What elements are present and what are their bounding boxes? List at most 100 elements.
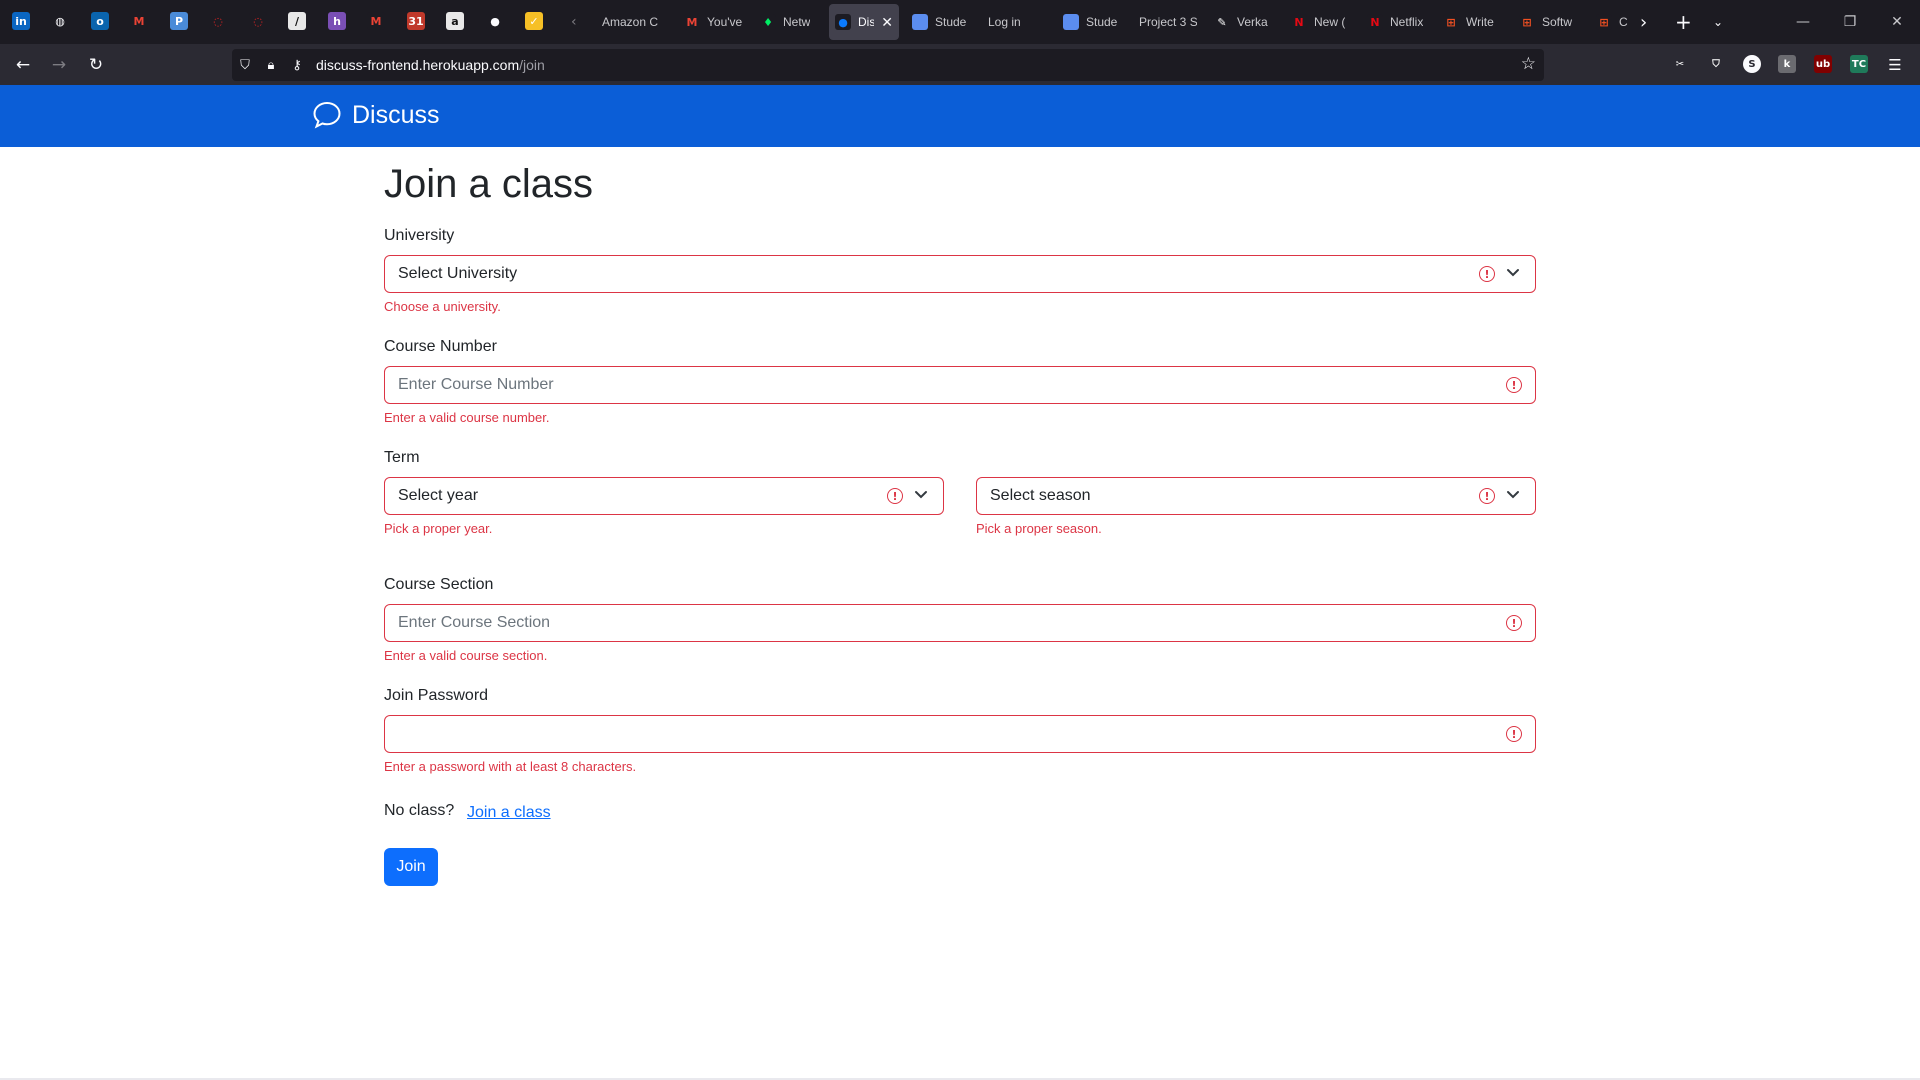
tab-favicon-icon: ● [835,14,851,30]
ublock-icon[interactable]: ub [1814,55,1832,73]
tab-student[interactable]: Stude [906,4,976,40]
tab-title: Softw [1542,15,1573,29]
tab-title: Project 3 S [1139,15,1197,29]
keep-icon[interactable]: ✓ [525,12,543,30]
tab-write[interactable]: ⊞ Write [1437,4,1507,40]
s-ext-icon[interactable]: S [1743,55,1761,73]
tc-ext-icon[interactable]: TC [1850,55,1868,73]
tab-network[interactable]: ♦ Netw [754,4,824,40]
course-section-feedback: Enter a valid course section. [384,648,548,663]
url-host: discuss-frontend.herokuapp.com [316,57,520,73]
tab-software[interactable]: ⊞ Softw [1513,4,1583,40]
shield-icon[interactable]: ⛉ [232,58,258,73]
tab-ca[interactable]: ⊞ Ca [1590,4,1634,40]
join-password-field[interactable]: ! [384,715,1536,753]
amazon-icon[interactable]: a [446,12,464,30]
university-select[interactable]: Select University ! [384,255,1536,293]
tab-favicon-icon [1063,14,1079,30]
tab-title: Verka [1237,15,1268,29]
p-app-icon[interactable]: P [170,12,188,30]
tab-project3[interactable]: Project 3 S [1133,4,1203,40]
tab-title: New ( [1314,15,1346,29]
outlook-icon[interactable]: o [91,12,109,30]
lock-icon[interactable]: 🔒︎ [258,58,284,73]
tab-favicon-icon: ♦ [760,14,776,30]
browser-tab-strip: in ◍ o M P ◌ ◌ ∕ h M 31 a ● ✓ Amazon C M You've ♦ Netw ● Di… [0,0,1920,44]
tab-scroll-right-icon[interactable]: › [1640,0,1647,44]
course-number-input[interactable] [398,370,1422,400]
app-header: Discuss [0,85,1920,147]
tab-gmail[interactable]: M You've [678,4,748,40]
screenshot-ext-icon[interactable]: ✂ [1671,55,1689,73]
course-number-field[interactable]: ! [384,366,1536,404]
tab-favicon-icon: N [1367,14,1383,30]
season-feedback: Pick a proper season. [976,521,1102,536]
bookmark-star-icon[interactable]: ☆ [1521,54,1536,74]
season-select[interactable]: Select season ! [976,477,1536,515]
gmail-icon[interactable]: M [130,12,148,30]
no-class-text: No class? [384,802,455,819]
university-label: University [384,227,455,244]
tab-favicon-icon: ⊞ [1519,14,1535,30]
tab-favicon-icon: N [1291,14,1307,30]
tab-favicon-icon: M [684,14,700,30]
gmail-icon-2[interactable]: M [367,12,385,30]
join-password-input[interactable] [398,719,1422,749]
url-text[interactable]: discuss-frontend.herokuapp.com/join [316,57,545,73]
chevron-down-icon [915,491,927,499]
year-feedback: Pick a proper year. [384,521,493,536]
tab-login[interactable]: Log in [982,4,1052,40]
close-window-button[interactable]: ✕ [1874,0,1920,44]
new-tab-button[interactable]: + [1675,0,1692,44]
course-section-field[interactable]: ! [384,604,1536,642]
red-circle-icon[interactable]: ◌ [209,12,227,30]
course-number-label: Course Number [384,338,497,355]
tab-amazon[interactable]: Amazon C [596,4,666,40]
brand-name: Discuss [352,100,440,129]
course-section-label: Course Section [384,576,494,593]
term-label: Term [384,449,420,466]
linkedin-icon[interactable]: in [12,12,30,30]
year-select[interactable]: Select year ! [384,477,944,515]
pocket-icon[interactable]: ⛉ [1707,55,1725,73]
year-select-value: Select year [398,487,479,504]
university-select-value: Select University [398,265,518,282]
close-tab-icon[interactable]: ✕ [881,14,893,31]
k-ext-icon[interactable]: k [1778,55,1796,73]
error-icon: ! [1479,266,1495,282]
tab-title: Ca [1619,15,1628,29]
github-icon[interactable]: ● [486,12,504,30]
tab-scroll-left-icon[interactable]: ‹ [571,0,577,44]
tab-title: Write [1466,15,1494,29]
menu-icon[interactable]: ☰ [1880,50,1910,80]
calendar-badge-icon[interactable]: 31 [407,12,425,30]
tab-netflix[interactable]: N Netflix [1361,4,1431,40]
back-arrow-icon[interactable]: ← [8,50,38,80]
url-bar[interactable]: ⛉ 🔒︎ ⚷ discuss-frontend.herokuapp.com/jo… [232,49,1544,81]
tab-discuss[interactable]: ● Disc ✕ [829,4,899,40]
university-feedback: Choose a university. [384,299,501,314]
restore-window-button[interactable]: ❐ [1827,0,1873,44]
tab-verka[interactable]: ✎ Verka [1208,4,1278,40]
forward-arrow-icon[interactable]: → [44,50,74,80]
join-password-feedback: Enter a password with at least 8 charact… [384,759,637,774]
course-section-input[interactable] [398,608,1422,638]
globe-icon[interactable]: ◍ [51,12,69,30]
tab-student-2[interactable]: Stude [1057,4,1127,40]
join-button[interactable]: Join [384,848,438,886]
h-app-icon[interactable]: h [328,12,346,30]
course-number-feedback: Enter a valid course number. [384,410,550,425]
list-all-tabs-icon[interactable]: ⌄ [1713,0,1723,44]
chat-bubble-icon [313,101,341,129]
tab-favicon-icon: ⊞ [1596,14,1612,30]
join-a-class-link[interactable]: Join a class [467,804,551,822]
tab-netflix-new[interactable]: N New ( [1285,4,1355,40]
minimize-window-button[interactable]: — [1780,0,1826,44]
chevron-down-icon [1507,491,1519,499]
red-circle-icon-2[interactable]: ◌ [249,12,267,30]
slash-app-icon[interactable]: ∕ [288,12,306,30]
error-icon: ! [1506,726,1522,742]
brand-link[interactable]: Discuss [312,100,440,130]
key-icon[interactable]: ⚷ [284,58,310,73]
reload-icon[interactable]: ↻ [81,50,111,80]
